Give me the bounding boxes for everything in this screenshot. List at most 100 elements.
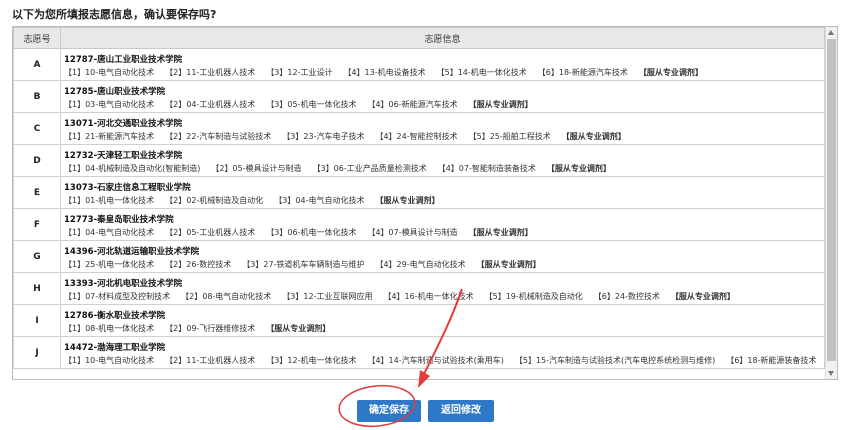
header-code: 志愿号: [13, 27, 61, 49]
school-name: 14396-河北轨道运输职业技术学院: [64, 247, 200, 257]
volunteer-info: 13393-河北机电职业技术学院【1】07-材料成型及控制技术 【2】08-电气自…: [60, 272, 825, 305]
major-item: 【2】22-汽车制造与试验技术: [165, 132, 272, 141]
volunteer-info: 14472-渤海理工职业学院 【1】10-电气自动化技术 【2】11-工业机器人技术…: [60, 336, 825, 369]
school-name: 13393-河北机电职业技术学院: [64, 279, 183, 289]
table-row: I 12786-衡水职业技术学院 【1】08-机电一体化技术 【2】09-飞行器维修技…: [13, 304, 825, 337]
major-item: 【2】11-工业机器人技术: [165, 68, 256, 77]
major-item: 【5】15-汽车制造与试验技术(汽车电控系统检测与维修): [514, 356, 716, 365]
adjust-flag: 【服从专业调剂】: [561, 132, 626, 141]
major-list: 【1】08-机电一体化技术 【2】09-飞行器维修技术 【服从专业调剂】: [64, 323, 823, 334]
major-list: 【1】04-机械制造及自动化(智能制造) 【2】05-模具设计与制造 【3】06-工…: [64, 163, 823, 174]
major-item: 【2】11-工业机器人技术: [165, 356, 256, 365]
major-item: 【4】06-新能源汽车技术: [367, 100, 458, 109]
major-item: 【2】05-工业机器人技术: [165, 228, 256, 237]
table-row: C 13071-河北交通职业技术学院 【1】21-新能源汽车技术 【2】22-汽车制造…: [13, 112, 825, 145]
table-row: E 13073-石家庄信息工程职业学院 【1】01-机电一体化技术 【2】02-机械制…: [13, 176, 825, 209]
volunteer-info: 13071-河北交通职业技术学院 【1】21-新能源汽车技术 【2】22-汽车制造与…: [60, 112, 825, 145]
back-edit-button[interactable]: 返回修改: [428, 400, 494, 422]
major-item: 【2】02-机械制造及自动化: [165, 196, 264, 205]
volunteer-code: D: [13, 144, 61, 177]
school-name: 12732-天津轻工职业技术学院: [64, 151, 183, 161]
major-item: 【1】10-电气自动化技术: [64, 356, 155, 365]
volunteer-code: H: [13, 272, 61, 305]
adjust-flag: 【服从专业调剂】: [670, 292, 735, 301]
school-name: 12785-唐山职业技术学院: [64, 87, 166, 97]
volunteer-table-container[interactable]: 志愿号 志愿信息 A 12787-唐山工业职业技术学院 【1】10-电气自动化技术【…: [12, 26, 838, 380]
confirm-save-button[interactable]: 确定保存: [357, 400, 421, 422]
table-row: H 13393-河北机电职业技术学院【1】07-材料成型及控制技术 【2】08-电气…: [13, 272, 825, 305]
scroll-down-icon[interactable]: [828, 371, 834, 376]
major-list: 【1】04-电气自动化技术 【2】05-工业机器人技术 【3】06-机电一体化技术 【…: [64, 227, 823, 238]
volunteer-info: 12732-天津轻工职业技术学院【1】04-机械制造及自动化(智能制造) 【2】0…: [60, 144, 825, 177]
volunteer-code: J: [13, 336, 61, 369]
vertical-scrollbar[interactable]: [825, 27, 837, 379]
major-list: 【1】07-材料成型及控制技术 【2】08-电气自动化技术 【3】12-工业互联网应…: [64, 291, 823, 302]
volunteer-code: F: [13, 208, 61, 241]
major-item: 【1】04-机械制造及自动化(智能制造): [64, 164, 201, 173]
volunteer-info: 14396-河北轨道运输职业技术学院 【1】25-机电一体化技术 【2】26-数控技…: [60, 240, 825, 273]
major-item: 【3】12-工业设计: [266, 68, 333, 77]
major-item: 【4】07-智能制造装备技术: [437, 164, 536, 173]
volunteer-code: C: [13, 112, 61, 145]
major-item: 【1】25-机电一体化技术: [64, 260, 155, 269]
major-item: 【3】06-工业产品质量检测技术: [312, 164, 427, 173]
major-list: 【1】03-电气自动化技术 【2】04-工业机器人技术 【3】05-机电一体化技术 【…: [64, 99, 823, 110]
major-item: 【5】25-船舶工程技术: [468, 132, 551, 141]
major-item: 【1】08-机电一体化技术: [64, 324, 155, 333]
major-item: 【1】03-电气自动化技术: [64, 100, 155, 109]
major-item: 【3】06-机电一体化技术: [266, 228, 357, 237]
school-name: 12773-秦皇岛职业技术学院: [64, 215, 174, 225]
major-item: 【3】05-机电一体化技术: [266, 100, 357, 109]
major-item: 【2】04-工业机器人技术: [165, 100, 256, 109]
adjust-flag: 【服从专业调剂】: [638, 68, 703, 77]
major-item: 【6】24-数控技术: [593, 292, 660, 301]
major-item: 【6】18-新能源装备技术: [726, 356, 817, 365]
scroll-up-icon[interactable]: [828, 30, 834, 35]
school-name: 13071-河北交通职业技术学院: [64, 119, 183, 129]
major-item: 【2】05-模具设计与制造: [211, 164, 302, 173]
major-item: 【6】18-新能源汽车技术: [537, 68, 628, 77]
table-row: D 12732-天津轻工职业技术学院【1】04-机械制造及自动化(智能制造) 【2】…: [13, 144, 825, 177]
adjust-flag: 【服从专业调剂】: [468, 228, 533, 237]
volunteer-code: I: [13, 304, 61, 337]
major-item: 【1】04-电气自动化技术: [64, 228, 155, 237]
volunteer-table: 志愿号 志愿信息 A 12787-唐山工业职业技术学院 【1】10-电气自动化技术【…: [13, 27, 825, 369]
major-item: 【3】12-机电一体化技术: [266, 356, 357, 365]
major-item: 【2】09-飞行器维修技术: [165, 324, 256, 333]
major-item: 【4】14-汽车制造与试验技术(乘用车): [367, 356, 504, 365]
scrollbar-thumb[interactable]: [827, 39, 836, 361]
major-list: 【1】01-机电一体化技术 【2】02-机械制造及自动化 【3】04-电气自动化技术…: [64, 195, 823, 206]
major-item: 【4】16-机电一体化技术: [383, 292, 474, 301]
school-name: 13073-石家庄信息工程职业学院: [64, 183, 191, 193]
table-row: A 12787-唐山工业职业技术学院 【1】10-电气自动化技术 【2】11-工业机器…: [13, 48, 825, 81]
major-item: 【5】19-机械制造及自动化: [484, 292, 583, 301]
volunteer-code: G: [13, 240, 61, 273]
table-row: G 14396-河北轨道运输职业技术学院 【1】25-机电一体化技术 【2】26-数控…: [13, 240, 825, 273]
major-item: 【2】26-数控技术: [165, 260, 232, 269]
major-item: 【3】23-汽车电子技术: [282, 132, 365, 141]
adjust-flag: 【服从专业调剂】: [468, 100, 533, 109]
major-item: 【4】07-模具设计与制造: [367, 228, 458, 237]
major-item: 【1】21-新能源汽车技术: [64, 132, 155, 141]
volunteer-table-body: A 12787-唐山工业职业技术学院 【1】10-电气自动化技术【2】11-工业机器…: [13, 48, 825, 369]
volunteer-info: 12786-衡水职业技术学院 【1】08-机电一体化技术 【2】09-飞行器维修技术…: [60, 304, 825, 337]
adjust-flag: 【服从专业调剂】: [375, 196, 440, 205]
volunteer-info: 12773-秦皇岛职业技术学院 【1】04-电气自动化技术 【2】05-工业机器人技…: [60, 208, 825, 241]
table-row: J 14472-渤海理工职业学院 【1】10-电气自动化技术 【2】11-工业机器人技…: [13, 336, 825, 369]
table-row: F 12773-秦皇岛职业技术学院 【1】04-电气自动化技术 【2】05-工业机器人…: [13, 208, 825, 241]
major-item: 【4】13-机电设备技术: [343, 68, 426, 77]
major-list: 【1】21-新能源汽车技术 【2】22-汽车制造与试验技术 【3】23-汽车电子技术…: [64, 131, 823, 142]
major-item: 【2】08-电气自动化技术: [181, 292, 272, 301]
major-list: 【1】10-电气自动化技术 【2】11-工业机器人技术 【3】12-机电一体化技术 【…: [64, 355, 823, 366]
volunteer-info: 12787-唐山工业职业技术学院 【1】10-电气自动化技术 【2】11-工业机器人…: [60, 48, 825, 81]
major-item: 【4】24-智能控制技术: [375, 132, 458, 141]
major-list: 【1】10-电气自动化技术 【2】11-工业机器人技术 【3】12-工业设计 【4】1…: [64, 67, 823, 78]
volunteer-info: 13073-石家庄信息工程职业学院【1】01-机电一体化技术 【2】02-机械制造…: [60, 176, 825, 209]
school-name: 12787-唐山工业职业技术学院: [64, 55, 183, 65]
volunteer-code: A: [13, 48, 61, 81]
major-item: 【3】27-铁道机车车辆制造与维护: [242, 260, 365, 269]
adjust-flag: 【服从专业调剂】: [546, 164, 611, 173]
volunteer-code: B: [13, 80, 61, 113]
school-name: 14472-渤海理工职业学院: [64, 343, 166, 353]
major-item: 【1】10-电气自动化技术: [64, 68, 155, 77]
